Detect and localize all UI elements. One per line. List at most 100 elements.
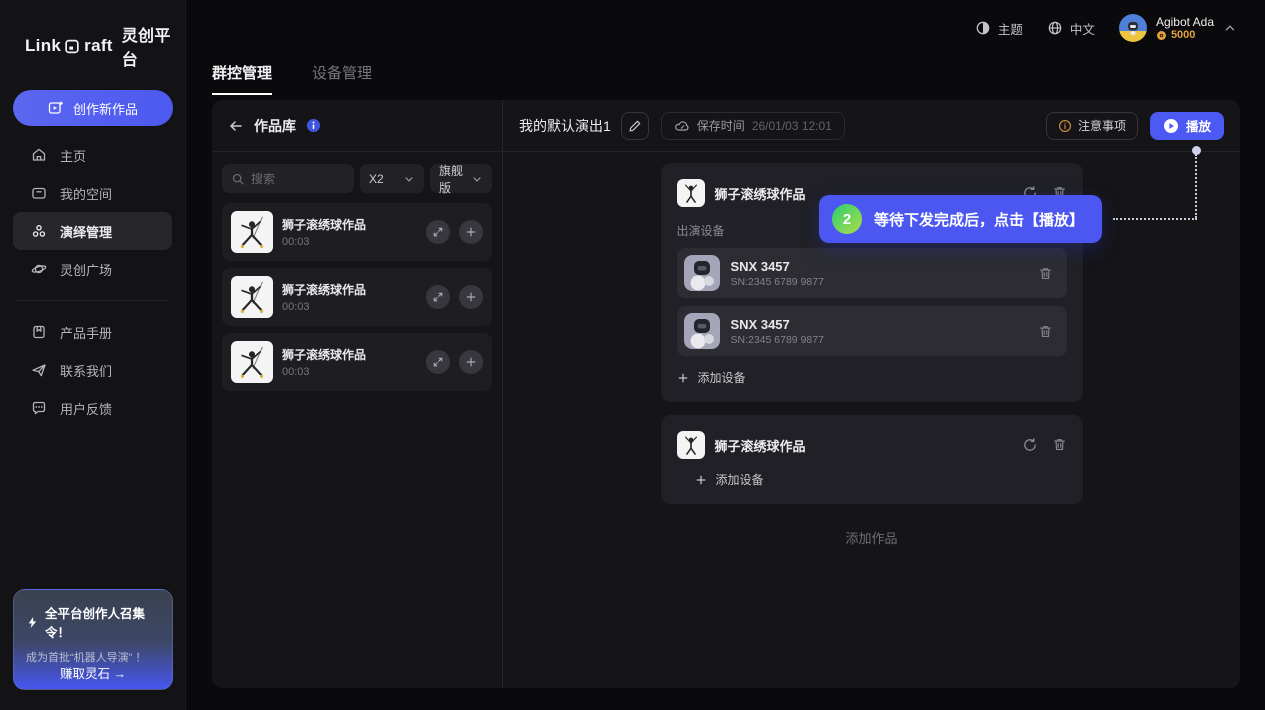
add-work-to-stage-button[interactable] (459, 285, 483, 309)
save-time-chip: 保存时间 26/01/03 12:01 (661, 112, 845, 140)
info-icon[interactable] (306, 118, 321, 133)
sidebar-item-user-feedback[interactable]: 用户反馈 (13, 389, 172, 427)
user-profile-menu[interactable]: Agibot Ada 5000 (1119, 14, 1237, 42)
create-new-work-label: 创作新作品 (73, 99, 138, 118)
notes-label: 注意事项 (1078, 117, 1126, 134)
theme-label: 主题 (998, 19, 1023, 38)
search-input-wrapper[interactable] (222, 164, 354, 193)
cloud-save-icon (674, 118, 690, 134)
guide-text: 等待下发完成后，点击【播放】 (874, 209, 1084, 230)
add-device-label: 添加设备 (698, 369, 746, 386)
guide-connector-vertical (1195, 154, 1197, 218)
work-duration: 00:03 (282, 236, 417, 248)
plus-icon (695, 474, 707, 486)
sidebar-item-plaza[interactable]: 灵创广场 (13, 250, 172, 288)
notes-button[interactable]: 注意事项 (1046, 112, 1138, 140)
expand-work-button[interactable] (426, 350, 450, 374)
sidebar-item-label: 我的空间 (60, 184, 112, 203)
add-work-to-stage-button[interactable] (459, 220, 483, 244)
stage-work-card: 狮子滚绣球作品 添加设备 (661, 415, 1083, 504)
back-arrow-icon[interactable] (228, 118, 244, 134)
work-thumbnail (231, 276, 273, 318)
home-icon (31, 147, 47, 163)
sidebar-item-label: 用户反馈 (60, 399, 112, 418)
avatar (1119, 14, 1147, 42)
sidebar-item-performance-management[interactable]: 演绎管理 (13, 212, 172, 250)
robot-avatar (684, 255, 720, 291)
delete-device-icon[interactable] (1038, 266, 1053, 281)
add-work-button[interactable]: 添加作品 (845, 528, 897, 547)
credits-value: 5000 (1171, 29, 1195, 41)
main-tabs: 群控管理 设备管理 (212, 62, 372, 95)
search-icon (231, 172, 245, 186)
device-name: SNX 3457 (731, 259, 1027, 274)
earn-gems-button[interactable]: 赚取灵石 → (14, 655, 172, 689)
work-thumbnail (677, 431, 705, 459)
step-number-badge: 2 (832, 204, 862, 234)
chevron-up-icon[interactable] (1223, 21, 1237, 35)
library-item[interactable]: 狮子滚绣球作品 00:03 (222, 203, 492, 261)
play-button[interactable]: 播放 (1150, 112, 1224, 140)
warning-info-icon (1058, 119, 1072, 133)
logo-text-prefix: Link (25, 36, 61, 56)
guide-connector-horizontal (1113, 218, 1197, 220)
sidebar-item-my-space[interactable]: 我的空间 (13, 174, 172, 212)
robot-avatar (684, 313, 720, 349)
save-time-value: 26/01/03 12:01 (752, 119, 832, 133)
add-work-to-stage-button[interactable] (459, 350, 483, 374)
tab-group-control[interactable]: 群控管理 (212, 62, 272, 95)
logo-platform-text: 灵创平台 (122, 22, 185, 70)
tab-device-management[interactable]: 设备管理 (312, 62, 372, 95)
work-thumbnail (677, 179, 705, 207)
add-device-label: 添加设备 (716, 471, 764, 488)
sidebar-item-product-manual[interactable]: 产品手册 (13, 313, 172, 351)
sidebar: Linkraft 灵创平台 创作新作品 主页 我的空间 演绎管理 灵创广场 产品… (0, 0, 186, 710)
library-item[interactable]: 狮子滚绣球作品 00:03 (222, 333, 492, 391)
sidebar-item-contact-us[interactable]: 联系我们 (13, 351, 172, 389)
device-serial: SN:2345 6789 9877 (731, 276, 1027, 288)
topbar: 主题 中文 Agibot Ada 5000 (186, 0, 1265, 56)
device-row[interactable]: SNX 3457 SN:2345 6789 9877 (677, 248, 1067, 298)
edition-filter-dropdown[interactable]: 旗舰版 (430, 164, 492, 193)
sidebar-item-home[interactable]: 主页 (13, 136, 172, 174)
add-device-button[interactable]: 添加设备 (677, 369, 1067, 386)
sidebar-item-label: 主页 (60, 146, 86, 165)
speed-filter-value: X2 (369, 172, 384, 186)
planet-icon (31, 261, 47, 277)
work-title: 狮子滚绣球作品 (282, 346, 417, 363)
play-icon (1163, 118, 1179, 134)
chevron-down-icon (403, 173, 415, 185)
search-input[interactable] (251, 172, 331, 186)
device-row[interactable]: SNX 3457 SN:2345 6789 9877 (677, 306, 1067, 356)
delete-work-icon[interactable] (1052, 437, 1067, 453)
device-serial: SN:2345 6789 9877 (731, 334, 1027, 346)
speed-filter-dropdown[interactable]: X2 (360, 164, 424, 193)
performance-stage-panel: 我的默认演出1 保存时间 26/01/03 12:01 注意事项 播放 (503, 100, 1240, 688)
work-title: 狮子滚绣球作品 (282, 281, 417, 298)
language-switcher[interactable]: 中文 (1047, 19, 1095, 38)
create-new-work-button[interactable]: 创作新作品 (13, 90, 173, 126)
work-thumbnail (231, 211, 273, 253)
expand-work-button[interactable] (426, 220, 450, 244)
library-item[interactable]: 狮子滚绣球作品 00:03 (222, 268, 492, 326)
delete-device-icon[interactable] (1038, 324, 1053, 339)
group-icon (31, 223, 47, 239)
edit-title-button[interactable] (621, 112, 649, 140)
sidebar-item-label: 联系我们 (60, 361, 112, 380)
group-control-panel: 作品库 X2 旗舰版 狮子滚绣球 (212, 100, 1240, 688)
theme-toggle[interactable]: 主题 (975, 19, 1023, 38)
language-label: 中文 (1070, 19, 1095, 38)
globe-icon (1047, 20, 1063, 36)
expand-work-button[interactable] (426, 285, 450, 309)
work-duration: 00:03 (282, 301, 417, 313)
edition-filter-value: 旗舰版 (439, 162, 471, 196)
add-device-button[interactable]: 添加设备 (695, 471, 1067, 488)
create-video-icon (48, 100, 64, 116)
nav-divider (17, 300, 168, 301)
works-library-panel: 作品库 X2 旗舰版 狮子滚绣球 (212, 100, 503, 688)
sidebar-item-label: 产品手册 (60, 323, 112, 342)
sidebar-nav: 主页 我的空间 演绎管理 灵创广场 产品手册 联系我们 用户反馈 (0, 136, 185, 427)
refresh-work-icon[interactable] (1022, 437, 1038, 453)
book-icon (31, 324, 47, 340)
plus-icon (677, 372, 689, 384)
